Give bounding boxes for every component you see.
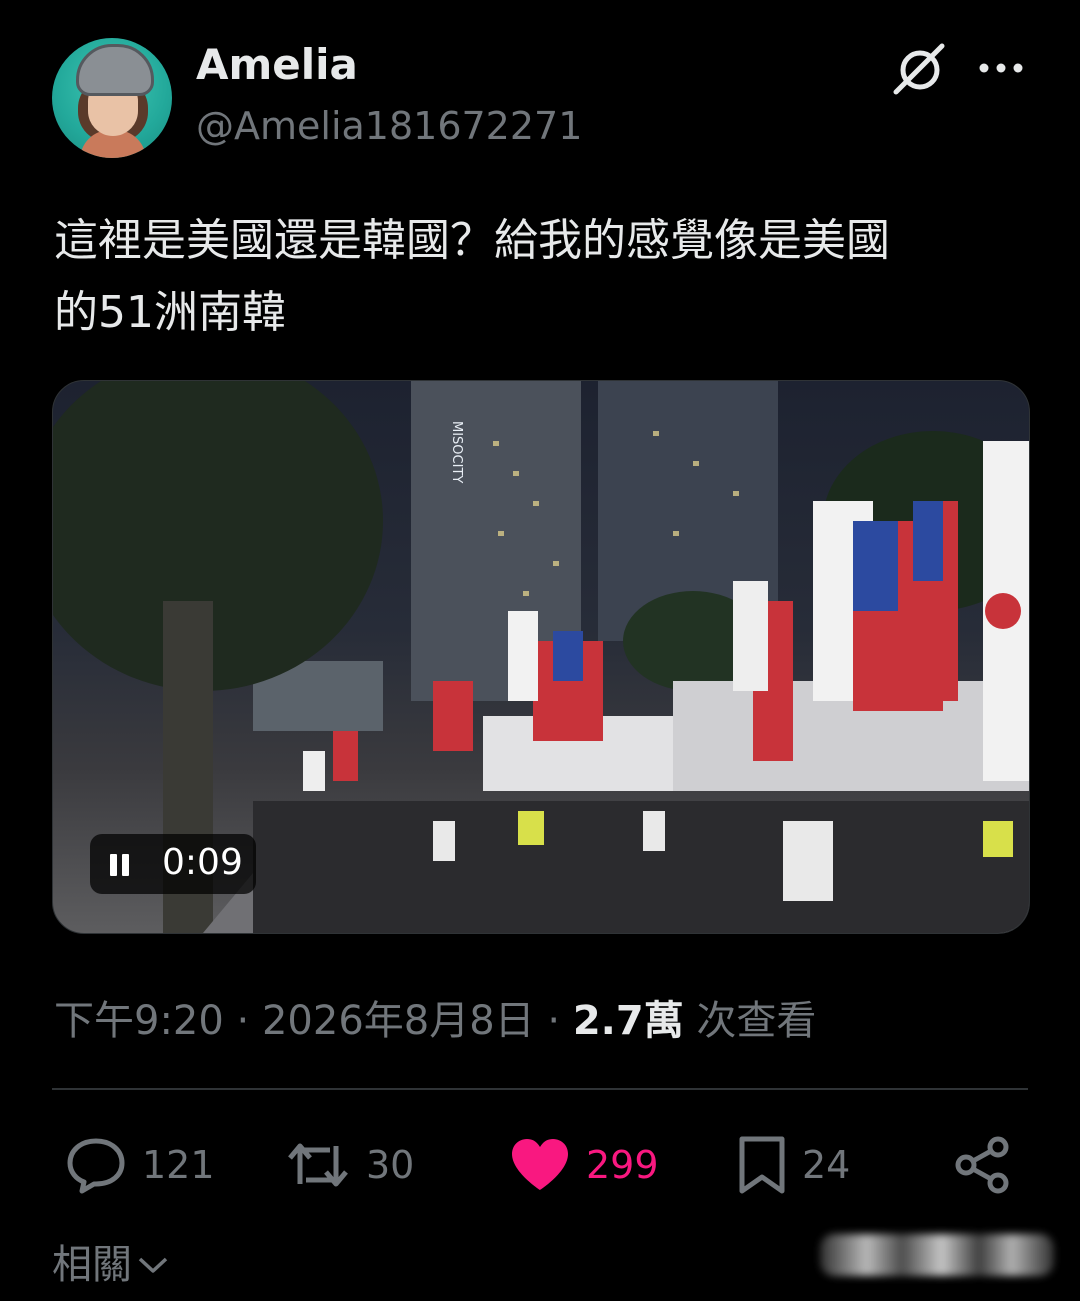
video-controls[interactable]: 0:09 [90, 834, 256, 894]
divider [52, 1088, 1028, 1090]
related-toggle[interactable]: 相關 [52, 1232, 170, 1290]
tweet-text-line-2: 的51洲南韓 [54, 287, 286, 338]
bookmark-icon [739, 1136, 785, 1194]
share-button[interactable] [954, 1130, 1012, 1200]
reply-count: 121 [142, 1143, 215, 1187]
grok-icon[interactable] [892, 40, 948, 96]
video-timer: 0:09 [162, 842, 243, 883]
author-handle[interactable]: @Amelia181672271 [196, 104, 582, 148]
tweet-text-line-1: 這裡是美國還是韓國？給我的感覺像是美國 [54, 215, 890, 266]
repost-count: 30 [366, 1143, 415, 1187]
reply-icon [67, 1138, 125, 1194]
like-button[interactable]: 299 [510, 1130, 659, 1200]
chevron-down-icon [138, 1257, 168, 1273]
blurred-watermark [820, 1234, 1054, 1276]
author-name[interactable]: Amelia [196, 40, 358, 89]
post-date[interactable]: 2026年8月8日 [262, 998, 535, 1044]
like-icon [512, 1139, 568, 1190]
view-label: 次查看 [696, 998, 817, 1044]
related-label: 相關 [52, 1242, 132, 1288]
bookmark-button[interactable]: 24 [738, 1130, 850, 1200]
reply-button[interactable]: 121 [66, 1130, 215, 1200]
tweet-text: 這裡是美國還是韓國？給我的感覺像是美國 的51洲南韓 [54, 205, 1034, 349]
post-time[interactable]: 下午9:20 [54, 998, 224, 1044]
building-sign: MISOCITY [449, 421, 464, 483]
pause-icon[interactable] [110, 854, 130, 876]
view-count[interactable]: 2.7萬 [573, 998, 684, 1044]
bookmark-count: 24 [802, 1143, 851, 1187]
repost-button[interactable]: 30 [286, 1130, 414, 1200]
more-icon[interactable] [976, 50, 1026, 86]
like-count: 299 [586, 1143, 659, 1187]
share-icon [955, 1136, 1009, 1194]
post-meta: 下午9:20 · 2026年8月8日 · 2.7萬 次查看 [54, 998, 817, 1044]
repost-icon [288, 1143, 348, 1187]
avatar[interactable] [52, 38, 172, 158]
